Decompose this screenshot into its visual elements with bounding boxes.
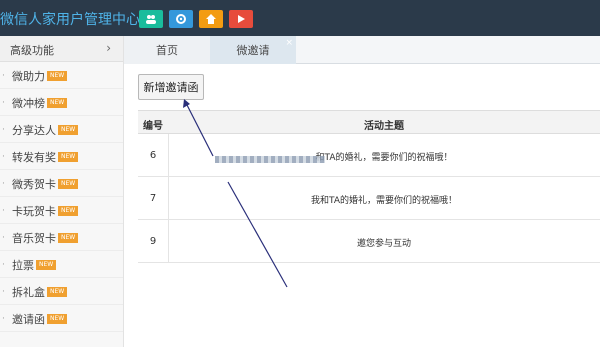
- annotation-arrow: [183, 99, 288, 288]
